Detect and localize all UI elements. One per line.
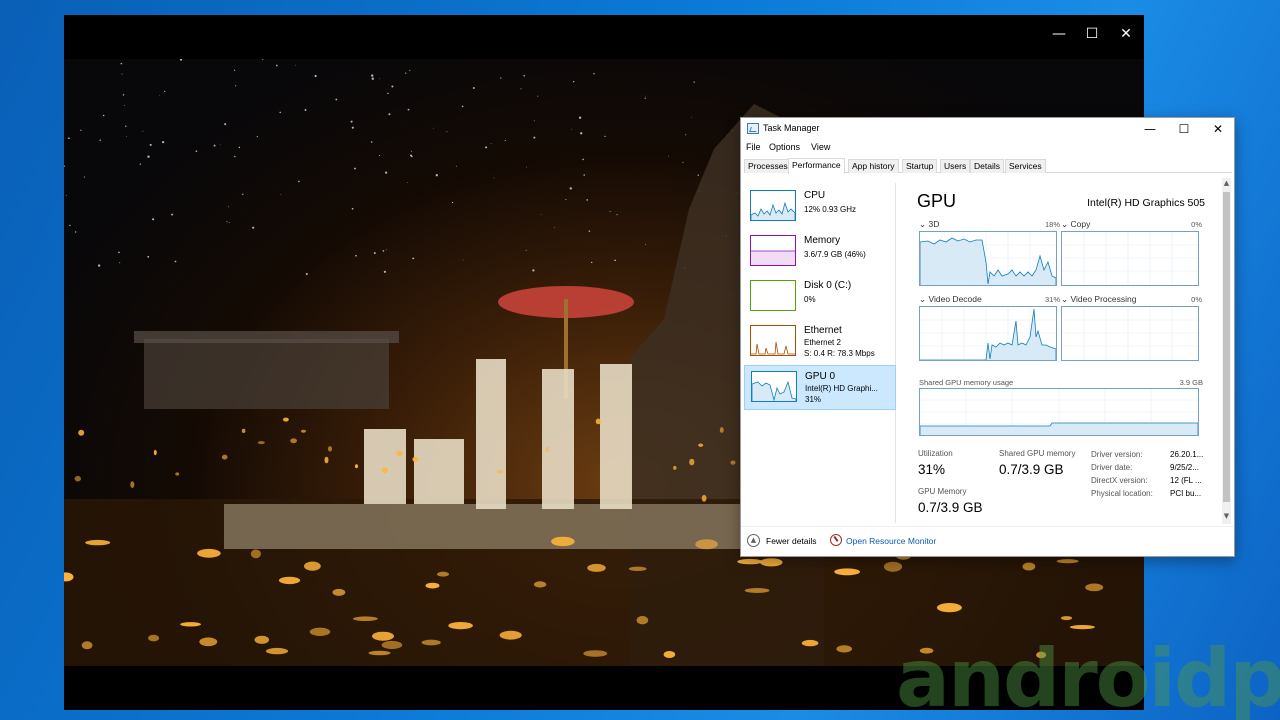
- task-manager-window: Task Manager — ☐ ✕ File Options View Pro…: [740, 117, 1235, 557]
- shared-memory-max: 3.9 GB: [1179, 378, 1203, 387]
- fewer-details-link[interactable]: Fewer details: [766, 536, 817, 546]
- physical-location-label: Physical location:: [1091, 489, 1153, 498]
- gpu-detail-panel: GPU Intel(R) HD Graphics 505 ⌄ 3D 18% ⌄ …: [913, 181, 1213, 521]
- task-manager-icon: [747, 123, 759, 134]
- task-manager-titlebar: Task Manager — ☐ ✕: [741, 118, 1234, 140]
- gpu-heading: GPU: [917, 191, 957, 211]
- resource-monitor-icon[interactable]: [830, 534, 842, 546]
- performance-pane: CPU 12% 0.93 GHz Memory 3.6/7.9 GB (46%)…: [741, 175, 1234, 525]
- engine-percent: 18%: [1044, 220, 1060, 229]
- resource-name: Disk 0 (C:): [804, 280, 852, 291]
- engine-name: Video Processing: [1070, 294, 1137, 304]
- tab-bar: Processes Performance App history Startu…: [744, 158, 1232, 174]
- engine-percent: 0%: [1191, 295, 1202, 304]
- window-title: Task Manager: [763, 123, 820, 133]
- graph-shared-memory: [919, 388, 1199, 436]
- vertical-scrollbar[interactable]: ▲ ▼: [1222, 178, 1231, 524]
- tab-app-history[interactable]: App history: [848, 159, 899, 173]
- resource-name: Memory: [804, 235, 841, 246]
- tab-processes[interactable]: Processes: [744, 159, 792, 173]
- menu-view[interactable]: View: [811, 142, 830, 152]
- resource-gpu[interactable]: GPU 0 Intel(R) HD Graphi... 31%: [744, 365, 896, 410]
- driver-date-label: Driver date:: [1091, 463, 1133, 472]
- open-resource-monitor-link[interactable]: Open Resource Monitor: [846, 536, 936, 546]
- resource-ethernet[interactable]: Ethernet Ethernet 2 S: 0.4 R: 78.3 Mbps: [744, 320, 896, 365]
- resource-detail-percent: 31%: [805, 395, 822, 404]
- footer: ▲ Fewer details Open Resource Monitor: [741, 526, 1234, 556]
- memory-thumbnail-graph: [750, 235, 796, 266]
- menu-file[interactable]: File: [746, 142, 761, 152]
- tab-services[interactable]: Services: [1005, 159, 1046, 173]
- ethernet-thumbnail-graph: [750, 325, 796, 356]
- resource-detail: 0%: [804, 295, 816, 304]
- viewer-titlebar: — ☐ ✕: [64, 15, 1144, 59]
- engine-name: 3D: [928, 219, 940, 229]
- engine-selector-video-decode[interactable]: ⌄ Video Decode: [919, 294, 982, 305]
- chevron-up-icon[interactable]: ▲: [747, 534, 760, 547]
- driver-version-value: 26.20.1...: [1170, 450, 1204, 459]
- gpu-memory-label: GPU Memory: [918, 487, 967, 496]
- resource-name: CPU: [804, 190, 826, 201]
- gpu-memory-value: 0.7/3.9 GB: [918, 500, 983, 515]
- resource-memory[interactable]: Memory 3.6/7.9 GB (46%): [744, 230, 896, 275]
- tab-startup[interactable]: Startup: [902, 159, 938, 173]
- scroll-thumb[interactable]: [1223, 192, 1230, 502]
- close-button[interactable]: ✕: [1201, 118, 1235, 140]
- engine-selector-video-processing[interactable]: ⌄ Video Processing: [1061, 294, 1136, 305]
- directx-version-value: 12 (FL ...: [1170, 476, 1202, 485]
- shared-memory-label: Shared GPU memory usage: [919, 378, 1014, 387]
- resource-cpu[interactable]: CPU 12% 0.93 GHz: [744, 185, 896, 230]
- resource-name: Ethernet: [804, 325, 842, 336]
- directx-version-label: DirectX version:: [1091, 476, 1148, 485]
- cpu-thumbnail-graph: [750, 190, 796, 221]
- maximize-button[interactable]: ☐: [1167, 118, 1201, 140]
- engine-percent: 31%: [1044, 295, 1060, 304]
- watermark-logo: androidpc: [896, 632, 1280, 720]
- graph-3d: [919, 231, 1057, 286]
- minimize-button[interactable]: —: [1133, 118, 1167, 140]
- utilization-label: Utilization: [918, 449, 953, 458]
- viewer-close-button[interactable]: ✕: [1111, 21, 1141, 47]
- resource-disk[interactable]: Disk 0 (C:) 0%: [744, 275, 896, 320]
- viewer-minimize-button[interactable]: —: [1044, 21, 1074, 47]
- menu-options[interactable]: Options: [769, 142, 800, 152]
- resource-list: CPU 12% 0.93 GHz Memory 3.6/7.9 GB (46%)…: [743, 183, 896, 523]
- graph-video-decode: [919, 306, 1057, 361]
- tab-performance[interactable]: Performance: [788, 158, 845, 174]
- scroll-up-icon[interactable]: ▲: [1222, 179, 1231, 187]
- driver-date-value: 9/25/2...: [1170, 463, 1199, 472]
- resource-detail: Ethernet 2: [804, 338, 841, 347]
- gpu-thumbnail-graph: [751, 371, 797, 402]
- resource-detail: 3.6/7.9 GB (46%): [804, 250, 866, 259]
- engine-name: Video Decode: [928, 294, 982, 304]
- resource-detail: 12% 0.93 GHz: [804, 205, 857, 214]
- shared-gpu-memory-label: Shared GPU memory: [999, 449, 1076, 458]
- engine-selector-copy[interactable]: ⌄ Copy: [1061, 219, 1090, 230]
- resource-detail-rate: S: 0.4 R: 78.3 Mbps: [804, 349, 875, 358]
- tab-users[interactable]: Users: [940, 159, 971, 173]
- graph-copy: [1061, 231, 1199, 286]
- resource-detail: Intel(R) HD Graphi...: [805, 384, 878, 393]
- driver-version-label: Driver version:: [1091, 450, 1143, 459]
- resource-name: GPU 0: [805, 371, 836, 382]
- disk-thumbnail-graph: [750, 280, 796, 311]
- viewer-maximize-button[interactable]: ☐: [1077, 21, 1107, 47]
- scroll-down-icon[interactable]: ▼: [1222, 512, 1231, 520]
- engine-name: Copy: [1070, 219, 1091, 229]
- engine-selector-3d[interactable]: ⌄ 3D: [919, 219, 939, 230]
- shared-gpu-memory-value: 0.7/3.9 GB: [999, 462, 1064, 477]
- utilization-value: 31%: [918, 462, 946, 477]
- gpu-model-name: Intel(R) HD Graphics 505: [1087, 197, 1205, 209]
- graph-video-processing: [1061, 306, 1199, 361]
- physical-location-value: PCI bu...: [1170, 489, 1202, 498]
- engine-percent: 0%: [1191, 220, 1202, 229]
- tab-details[interactable]: Details: [970, 159, 1004, 173]
